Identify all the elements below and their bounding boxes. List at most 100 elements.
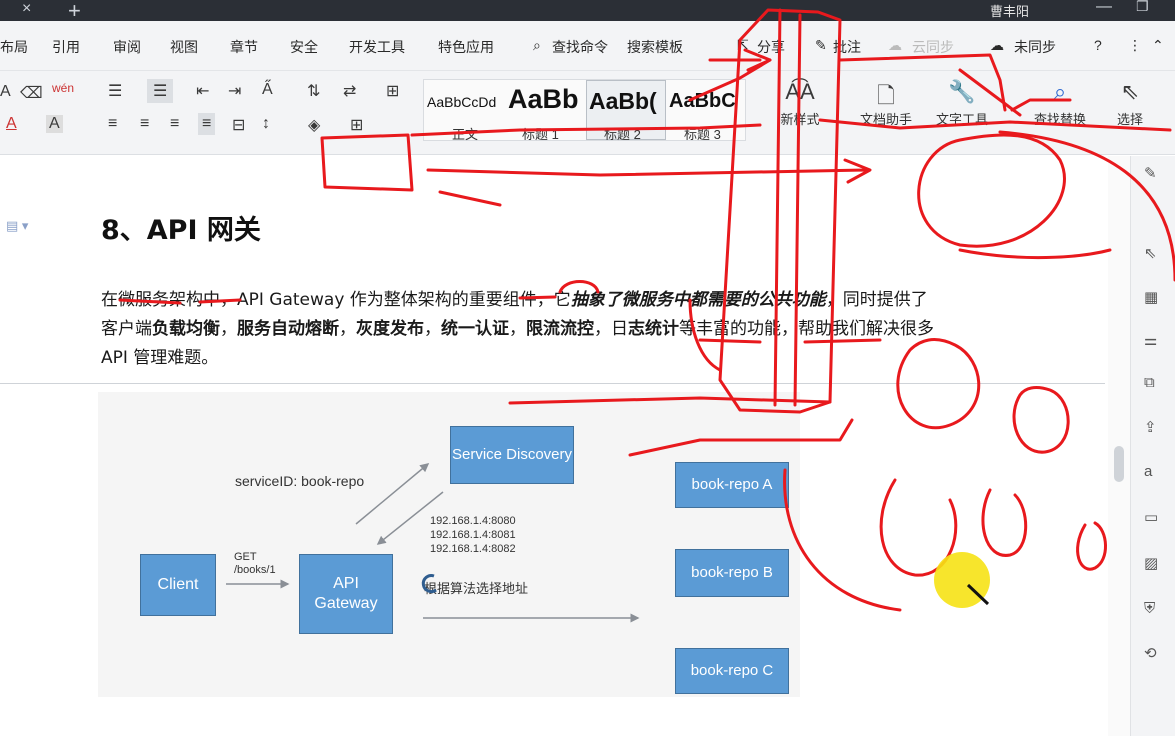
eraser-icon[interactable]: ⌫ <box>20 83 43 103</box>
sync-status[interactable]: 未同步 <box>1014 37 1056 57</box>
style-heading2-label[interactable]: 标题 2 <box>604 124 641 143</box>
text-tools-button[interactable]: 🔧 文字工具 <box>932 79 992 129</box>
style-heading3-sample[interactable]: AaBbC <box>669 90 745 113</box>
style-normal-sample[interactable]: AaBbCcDd <box>427 94 496 110</box>
numbered-list-icon[interactable]: ☰ <box>147 79 174 103</box>
search-icon[interactable]: ⌕ <box>533 37 541 54</box>
panel-image-icon[interactable]: ▨ <box>1144 554 1158 572</box>
share-button[interactable]: 分享 <box>757 37 785 57</box>
panel-pen-icon[interactable]: ✎ <box>1144 164 1157 182</box>
search-template[interactable]: 搜索模板 <box>627 37 683 57</box>
menu-references[interactable]: 引用 <box>52 37 80 57</box>
para-text: 在微服务架构中，API Gateway 作为整体架构的重要组件，它 <box>101 290 571 310</box>
para-bold: 灰度发布 <box>356 319 424 339</box>
new-style-icon: A͡A <box>785 79 815 104</box>
menu-review[interactable]: 审阅 <box>113 37 141 57</box>
panel-translate-icon[interactable]: a <box>1144 463 1152 480</box>
para-text: ， <box>339 319 356 339</box>
section-heading: 8、API 网关 <box>101 215 261 246</box>
register-arrow <box>355 463 430 525</box>
para-bold: 负载均衡 <box>152 319 220 339</box>
wrench-icon: 🔧 <box>948 79 976 104</box>
restore-icon[interactable]: ❐ <box>1136 0 1149 15</box>
para-bold: 限流流控 <box>526 319 594 339</box>
menu-layout[interactable]: 布局 <box>0 37 28 57</box>
para-text: ， <box>509 319 526 339</box>
para-text: ， <box>424 319 441 339</box>
panel-grid-icon[interactable]: ▦ <box>1144 288 1158 306</box>
doc-assistant-icon: 🗋 <box>877 83 895 108</box>
gateway-diagram-image: Service Discovery Client API Gateway boo… <box>98 392 800 697</box>
para-bold: 志统计 <box>628 319 679 339</box>
align-left-icon[interactable]: ≡ <box>108 115 117 133</box>
shading-icon[interactable]: ◈ <box>308 115 320 135</box>
panel-pointer-icon[interactable]: ⇖ <box>1144 244 1157 262</box>
close-tab-icon[interactable]: × <box>22 0 31 18</box>
font-icon[interactable]: A <box>0 83 11 101</box>
annotate-icon[interactable]: ✎ <box>815 37 827 54</box>
panel-history-icon[interactable]: ⟲ <box>1144 644 1157 662</box>
minimize-icon[interactable]: — <box>1096 0 1112 16</box>
user-name[interactable]: 曹丰阳 <box>990 1 1029 20</box>
borders-icon[interactable]: ⊞ <box>386 81 399 101</box>
style-heading1-sample[interactable]: AaBb <box>508 84 579 115</box>
nav-pane-icon[interactable]: ▤ ▾ <box>6 218 28 234</box>
char-shading-icon[interactable]: A <box>46 115 63 133</box>
doc-assistant-button[interactable]: 🗋 文档助手 <box>856 79 916 129</box>
table-border-icon[interactable]: ⊞ <box>350 115 363 135</box>
menu-security[interactable]: 安全 <box>290 37 318 57</box>
menu-view[interactable]: 视图 <box>170 37 198 57</box>
search-command[interactable]: 查找命令 <box>552 37 608 57</box>
diagram-arrows <box>226 463 640 623</box>
align-right-icon[interactable]: ≡ <box>170 115 179 133</box>
sync-status-icon: ☁ <box>990 37 1004 53</box>
style-heading3-label[interactable]: 标题 3 <box>684 124 721 143</box>
scroll-thumb[interactable] <box>1114 446 1124 482</box>
select-button[interactable]: ⇖ 选择 <box>1100 79 1160 129</box>
pinyin-icon[interactable]: wén <box>52 81 74 95</box>
collapse-ribbon-icon[interactable]: ⌃ <box>1152 37 1164 54</box>
menu-bar: 布局 引用 审阅 视图 章节 安全 开发工具 特色应用 ⌕ 查找命令 搜索模板 … <box>0 21 1175 71</box>
para-emphasis: 抽象了微服务中都需要的公共功能 <box>570 290 826 310</box>
more-icon[interactable]: ⋮ <box>1128 37 1142 54</box>
line-spacing-icon[interactable]: ↕ <box>262 115 270 133</box>
find-replace-button[interactable]: ⌕ 查找替换 <box>1030 79 1090 129</box>
panel-share-icon[interactable]: ⇪ <box>1144 418 1157 436</box>
body-paragraph: 在微服务架构中，API Gateway 作为整体架构的重要组件，它抽象了微服务中… <box>101 286 941 373</box>
para-text: ，日 <box>594 319 628 339</box>
cursor-arrow-icon: ⇖ <box>1120 79 1140 104</box>
menu-dev-tools[interactable]: 开发工具 <box>349 37 405 57</box>
distributed-icon[interactable]: ⊟ <box>232 115 245 135</box>
share-icon[interactable]: ⇱ <box>737 37 749 54</box>
style-normal-label[interactable]: 正文 <box>452 124 478 143</box>
menu-features[interactable]: 特色应用 <box>438 37 494 57</box>
cloud-sync-button[interactable]: 云同步 <box>912 37 954 57</box>
vertical-scrollbar[interactable] <box>1108 156 1130 736</box>
panel-box-icon[interactable]: ▭ <box>1144 508 1158 526</box>
bullet-list-icon[interactable]: ☰ <box>108 81 122 101</box>
paragraph-mark-icon[interactable]: ⇄ <box>343 81 356 101</box>
para-text: ， <box>220 319 237 339</box>
new-style-button[interactable]: A͡A 新样式 <box>770 79 830 129</box>
panel-clip-icon[interactable]: ⧉ <box>1144 374 1155 391</box>
panel-sliders-icon[interactable]: ⚌ <box>1144 331 1157 349</box>
style-heading1-label[interactable]: 标题 1 <box>522 124 559 143</box>
font-size-icon[interactable]: A̋ <box>262 81 273 99</box>
font-color-icon[interactable]: A <box>6 115 17 133</box>
decrease-indent-icon[interactable]: ⇤ <box>196 81 209 101</box>
style-gallery: AaBbCcDd 正文 AaBb 标题 1 AaBb( 标题 2 AaBbC 标… <box>423 79 746 143</box>
right-tool-panel: ✎ ⇖ ▦ ⚌ ⧉ ⇪ a ▭ ▨ ⛨ ⟲ <box>1130 156 1175 736</box>
menu-section[interactable]: 章节 <box>230 37 258 57</box>
sort-icon[interactable]: ⇅ <box>307 81 320 101</box>
align-center-icon[interactable]: ≡ <box>140 115 149 133</box>
annotate-button[interactable]: 批注 <box>833 37 861 57</box>
increase-indent-icon[interactable]: ⇥ <box>228 81 241 101</box>
para-bold: 统一认证 <box>441 319 509 339</box>
panel-shield-icon[interactable]: ⛨ <box>1144 600 1155 617</box>
justify-icon[interactable]: ≡ <box>198 113 216 135</box>
style-heading2-sample[interactable]: AaBb( <box>589 88 665 115</box>
help-icon[interactable]: ? <box>1094 37 1102 53</box>
cloud-icon[interactable]: ☁ <box>888 37 902 54</box>
para-bold: 服务自动熔断 <box>237 319 339 339</box>
lookup-arrow <box>376 491 444 545</box>
